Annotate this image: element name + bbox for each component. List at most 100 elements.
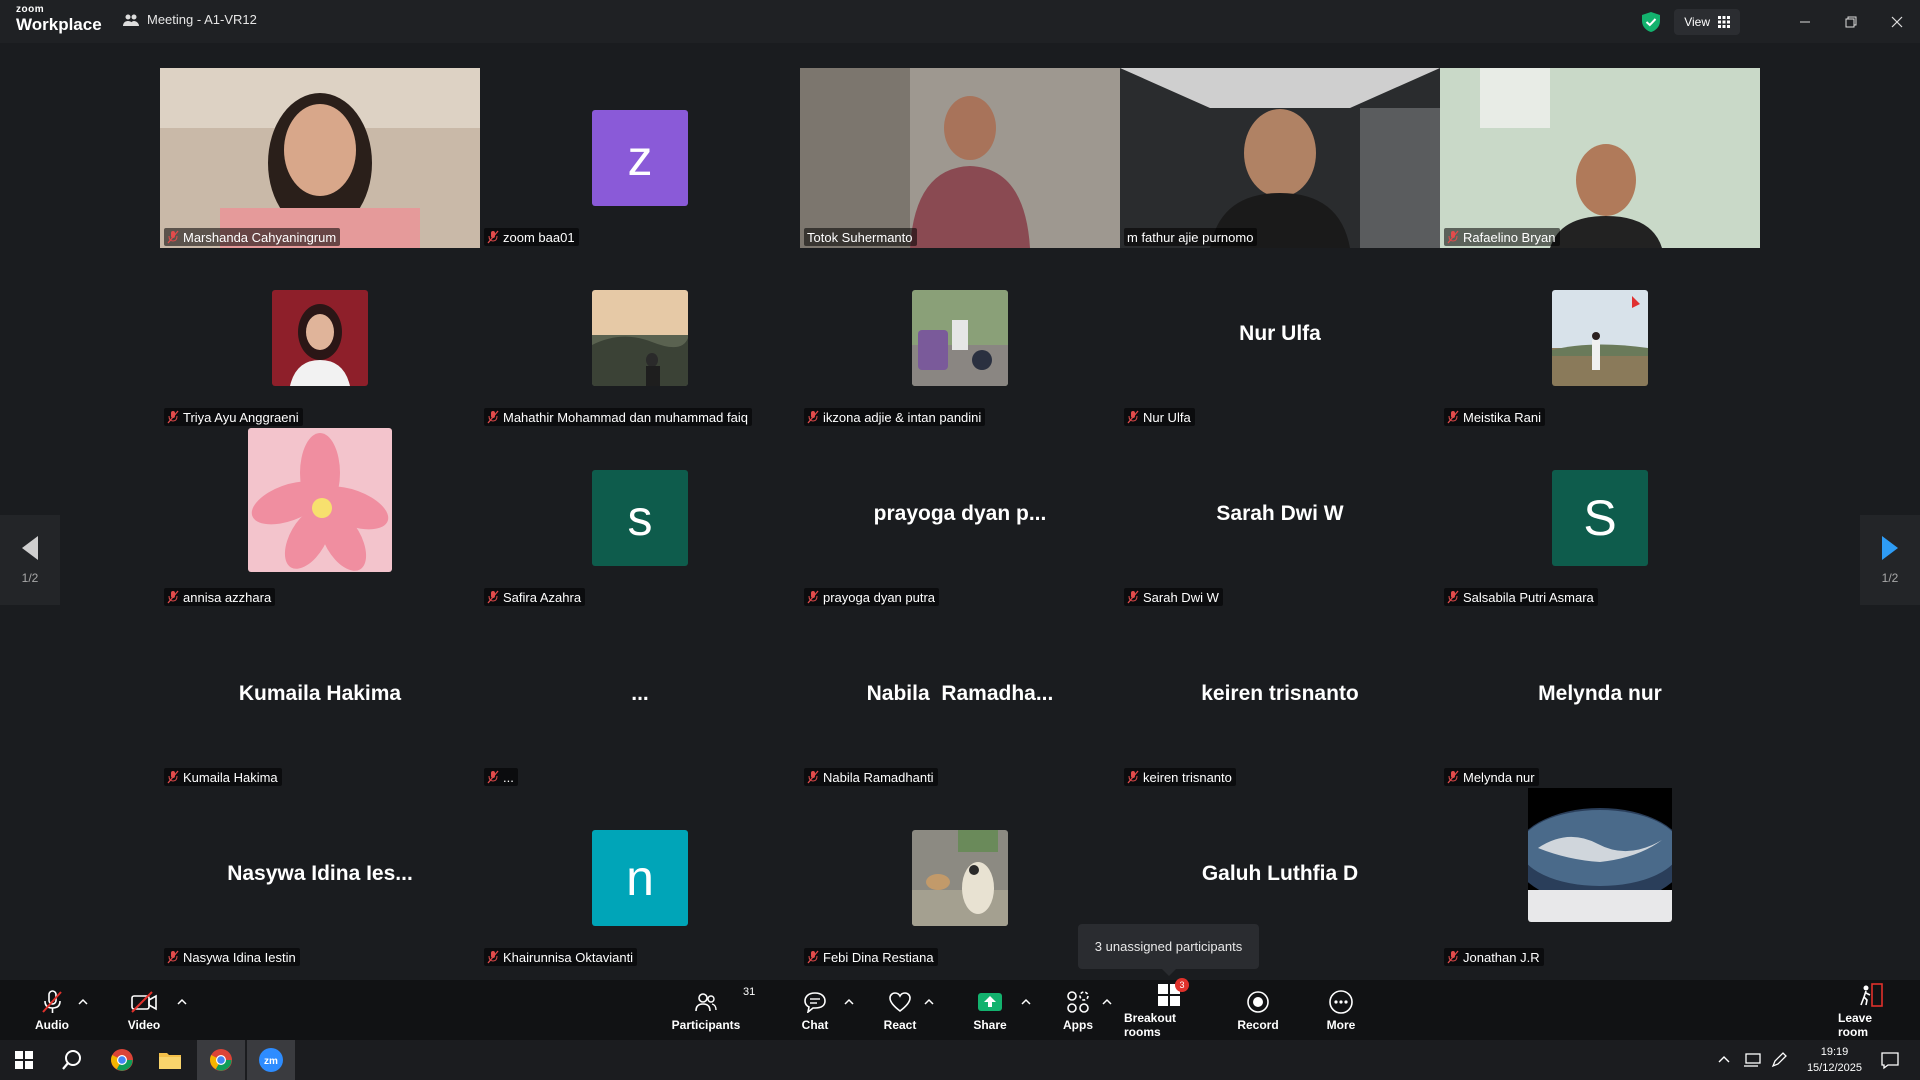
network-icon[interactable] (1742, 1052, 1762, 1068)
breakout-rooms-button[interactable]: 3 Breakout rooms (1124, 977, 1214, 1040)
participant-tile[interactable]: S Salsabila Putri Asmara (1440, 428, 1760, 608)
search-button[interactable] (48, 1040, 96, 1080)
taskbar-file-explorer[interactable] (146, 1040, 194, 1080)
participant-name-label: Nur Ulfa (1124, 408, 1195, 426)
security-shield-icon[interactable] (1640, 11, 1662, 33)
heart-icon (889, 991, 911, 1012)
participant-tile[interactable]: Nur Ulfa Nur Ulfa (1120, 248, 1440, 428)
meeting-title[interactable]: Meeting - A1-VR12 (123, 12, 257, 27)
participant-tile[interactable]: z zoom baa01 (480, 68, 800, 248)
audio-button[interactable]: Audio (32, 980, 72, 1040)
participant-display-name: Sarah Dwi W (1216, 502, 1344, 525)
muted-mic-icon (167, 770, 179, 784)
notifications-button[interactable] (1866, 1040, 1914, 1080)
participant-tile[interactable]: Melynda nur Melynda nur (1440, 608, 1760, 788)
participant-tile-active-speaker[interactable]: m fathur ajie purnomo (1120, 68, 1440, 248)
participant-name-label: Rafaelino Bryan (1444, 228, 1560, 246)
video-options-chevron-up-icon[interactable] (176, 996, 188, 1008)
next-page-button[interactable]: 1/2 (1860, 515, 1920, 605)
avatar (1528, 788, 1672, 922)
participant-tile[interactable]: Kumaila Hakima Kumaila Hakima (160, 608, 480, 788)
avatar (1552, 290, 1648, 386)
page-indicator: 1/2 (1881, 571, 1899, 585)
muted-mic-icon (167, 590, 179, 604)
participants-button[interactable]: 31 Participants (670, 980, 756, 1040)
participant-tile[interactable]: Febi Dina Restiana (800, 788, 1120, 968)
share-options-chevron-up-icon[interactable] (1020, 996, 1032, 1008)
apps-button[interactable]: Apps (1058, 980, 1098, 1040)
more-button[interactable]: More (1321, 980, 1361, 1040)
photo-animal-icon (912, 830, 1008, 926)
maximize-button[interactable] (1828, 0, 1874, 43)
participant-tile[interactable]: ikzona adjie & intan pandini (800, 248, 1120, 428)
pen-icon[interactable] (1770, 1051, 1788, 1069)
participant-tile[interactable]: Meistika Rani (1440, 248, 1760, 428)
participant-tile[interactable]: Jonathan J.R (1440, 788, 1760, 968)
clock-date: 15/12/2025 (1806, 1062, 1862, 1074)
muted-mic-icon (42, 989, 62, 1013)
participant-tile[interactable]: keiren trisnanto keiren trisnanto (1120, 608, 1440, 788)
close-button[interactable] (1874, 0, 1920, 43)
chevron-up-icon[interactable] (1716, 1052, 1732, 1068)
share-button[interactable]: Share (970, 980, 1010, 1040)
muted-mic-icon (487, 230, 499, 244)
participant-name-label: m fathur ajie purnomo (1124, 228, 1258, 246)
participant-tile[interactable]: Nasywa Idina Ies... Nasywa Idina Iestin (160, 788, 480, 968)
windows-taskbar: zm 19:19 15/12/2025 (0, 1040, 1920, 1080)
participant-tile[interactable]: Rafaelino Bryan (1440, 68, 1760, 248)
leave-room-button[interactable]: Leave room (1838, 980, 1904, 1040)
taskbar-clock[interactable]: 19:19 15/12/2025 (1807, 1044, 1862, 1076)
clock-time: 19:19 (1820, 1046, 1849, 1058)
participant-tile[interactable]: Nabila Ramadha... Nabila Ramadhanti (800, 608, 1120, 788)
participant-name-label: ikzona adjie & intan pandini (804, 408, 986, 426)
taskbar-chrome[interactable] (98, 1040, 146, 1080)
participant-tile[interactable]: n Khairunnisa Oktavianti (480, 788, 800, 968)
participant-name-label: annisa azzhara (164, 588, 276, 606)
participant-name-label: keiren trisnanto (1124, 768, 1236, 786)
participant-name-label: ... (484, 768, 518, 786)
avatar: S (1552, 470, 1648, 566)
taskbar-zoom[interactable]: zm (247, 1040, 295, 1080)
photo-landscape-icon (592, 290, 688, 386)
react-options-chevron-up-icon[interactable] (923, 996, 935, 1008)
previous-page-button[interactable]: 1/2 (0, 515, 60, 605)
muted-mic-icon (1447, 950, 1459, 964)
participant-display-name: Galuh Luthfia D (1201, 862, 1359, 885)
gallery-view: Marshanda Cahyaningrum z zoom baa01 Toto… (0, 43, 1920, 980)
meeting-toolbar: Audio Video 31 Participants Chat React S… (0, 977, 1920, 1040)
participant-display-name: Nur Ulfa (1239, 322, 1321, 345)
participant-tile[interactable]: s Safira Azahra (480, 428, 800, 608)
participant-tile[interactable]: Mahathir Mohammad dan muhammad faiq (480, 248, 800, 428)
participant-tile[interactable]: prayoga dyan p... prayoga dyan putra (800, 428, 1120, 608)
start-button[interactable] (0, 1040, 48, 1080)
audio-options-chevron-up-icon[interactable] (77, 996, 89, 1008)
participant-name-label: Melynda nur (1444, 768, 1539, 786)
photo-portrait-icon (272, 290, 368, 386)
muted-mic-icon (1447, 230, 1459, 244)
apps-options-chevron-up-icon[interactable] (1101, 996, 1113, 1008)
view-button[interactable]: View (1674, 8, 1740, 35)
participant-tile[interactable]: Totok Suhermanto (800, 68, 1120, 248)
record-icon (1247, 990, 1269, 1013)
taskbar-chrome-active[interactable] (197, 1040, 245, 1080)
participant-name-label: Kumaila Hakima (164, 768, 282, 786)
muted-mic-icon (1127, 770, 1139, 784)
react-button[interactable]: React (880, 980, 920, 1040)
participant-tile[interactable]: ... ... (480, 608, 800, 788)
participant-tile[interactable]: Triya Ayu Anggraeni (160, 248, 480, 428)
meeting-title-text: Meeting - A1-VR12 (147, 12, 257, 27)
svg-text:zm: zm (264, 1056, 278, 1067)
chat-options-chevron-up-icon[interactable] (843, 996, 855, 1008)
muted-mic-icon (807, 410, 819, 424)
participant-tile[interactable]: annisa azzhara (160, 428, 480, 608)
chat-button[interactable]: Chat (795, 980, 835, 1040)
record-button[interactable]: Record (1237, 980, 1279, 1040)
minimize-button[interactable] (1782, 0, 1828, 43)
participant-name-label: Totok Suhermanto (804, 228, 917, 246)
video-button[interactable]: Video (124, 980, 164, 1040)
minimize-icon (1800, 21, 1810, 22)
participants-count: 31 (743, 985, 756, 998)
participant-tile[interactable]: Sarah Dwi W Sarah Dwi W (1120, 428, 1440, 608)
participant-tile[interactable]: Marshanda Cahyaningrum (160, 68, 480, 248)
avatar (592, 290, 688, 386)
